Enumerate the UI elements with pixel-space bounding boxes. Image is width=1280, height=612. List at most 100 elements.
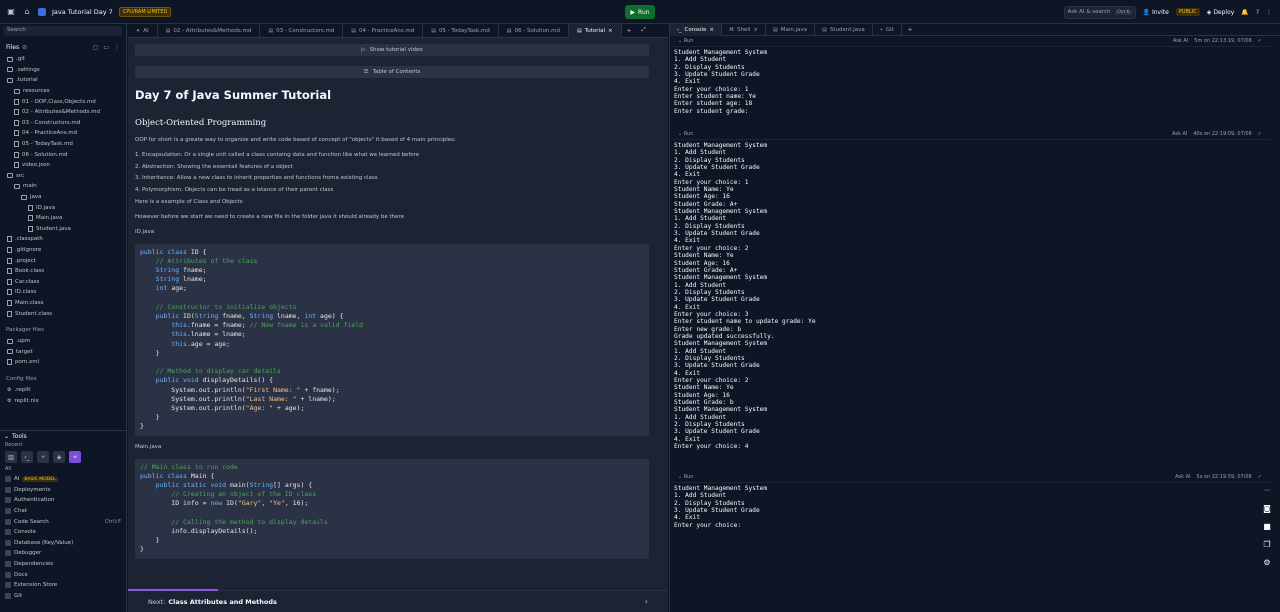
packager-item[interactable]: target [4, 346, 126, 357]
editor-tab[interactable]: ▤ 05 - TodayTask.md [423, 23, 499, 38]
file-tree-item[interactable]: 05 - TodayTask.md [4, 139, 126, 150]
ask-ai-button[interactable]: Ask AI [1173, 38, 1188, 44]
console-tab[interactable]: ›_ Console × [670, 23, 722, 36]
toc-button[interactable]: ☰ Table of Contents [135, 66, 649, 78]
ask-ai-button[interactable]: Ask AI [1175, 474, 1190, 480]
tool-item[interactable]: Extension Store [0, 580, 127, 591]
video-icon[interactable]: ■ [1262, 522, 1272, 531]
gear-icon[interactable]: ⚙ [1262, 558, 1272, 567]
help-icon[interactable]: ? [1256, 9, 1259, 16]
file-tree-item[interactable]: video.json [4, 160, 126, 171]
file-tree-item[interactable]: .settings [4, 65, 126, 76]
console-tab[interactable]: ⑂ Git [873, 23, 902, 36]
file-tree-item[interactable]: java [4, 192, 126, 203]
next-lesson-bar[interactable]: Next: Class Attributes and Methods › [128, 589, 668, 612]
file-tree-item[interactable]: .project [4, 255, 126, 266]
file-tree-item[interactable]: ID.java [4, 202, 126, 213]
config-item[interactable]: ⚙ .replit [4, 385, 126, 396]
more-icon[interactable]: ⋮ [114, 44, 120, 51]
editor-tab[interactable]: ▤ Tutorial × [569, 23, 622, 38]
file-tree-item[interactable]: Car.class [4, 276, 126, 287]
public-badge[interactable]: PUBLIC [1175, 8, 1200, 16]
search-input[interactable]: Search [4, 26, 122, 36]
file-tree-item[interactable]: Main.class [4, 298, 126, 309]
file-tree-item[interactable]: .gitignore [4, 245, 126, 256]
deploy-button[interactable]: ◈ Deploy [1207, 9, 1235, 16]
file-tree-item[interactable]: ID.class [4, 287, 126, 298]
project-title[interactable]: Java Tutorial Day 7 [52, 8, 113, 16]
console-tab[interactable]: ▤ Main.java [766, 23, 816, 36]
file-tree-item[interactable]: .tutorial [4, 75, 126, 86]
tool-item[interactable]: Console [0, 527, 127, 538]
home-icon[interactable]: ⌂ [22, 7, 32, 17]
folder-icon [7, 349, 13, 355]
config-item[interactable]: ⚙ replit.nix [4, 395, 126, 406]
packager-item[interactable]: .upm [4, 336, 126, 347]
sidebar-toggle-icon[interactable]: ▣ [6, 7, 16, 17]
editor-tab[interactable]: ▤ 04 - PracticeAns.md [343, 23, 424, 38]
tool-item[interactable]: Dependencies [0, 559, 127, 570]
add-tab-icon[interactable]: + [622, 28, 637, 34]
tool-icon [5, 508, 11, 515]
more-icon[interactable]: ⋯ [1262, 486, 1272, 495]
file-tree-item[interactable]: Student.java [4, 224, 126, 235]
tools-header[interactable]: ⌄ Tools [0, 430, 127, 442]
new-file-icon[interactable]: ▢ [93, 44, 99, 51]
file-tree-item[interactable]: Main.java [4, 213, 126, 224]
file-tree-item[interactable]: 06 - Solution.md [4, 149, 126, 160]
file-tree-item[interactable]: .git [4, 54, 126, 65]
file-tree-item[interactable]: src [4, 171, 126, 182]
run-label[interactable]: ⌄ Run [678, 474, 693, 480]
copy-icon[interactable]: ❐ [1262, 540, 1272, 549]
tool-item[interactable]: Chat [0, 506, 127, 517]
file-tree-item[interactable]: 02 - Attributes&Methods.md [4, 107, 126, 118]
file-tree-item[interactable]: Student.class [4, 308, 126, 319]
close-icon[interactable]: × [709, 27, 714, 33]
editor-tab[interactable]: ▤ 02 - Attributes&Methods.md [158, 23, 261, 38]
files-tool-icon[interactable]: ▥ [5, 451, 17, 463]
close-icon[interactable]: × [753, 27, 758, 33]
new-folder-icon[interactable]: ▭ [103, 44, 109, 51]
show-video-button[interactable]: ▷ Show tutorial video [135, 44, 649, 56]
run-button[interactable]: ▶ Run [625, 5, 655, 19]
tool-item[interactable]: Debugger [0, 548, 127, 559]
file-tree-item[interactable]: Book.class [4, 266, 126, 277]
tool-item[interactable]: Database (Key/Value) [0, 538, 127, 549]
folder-icon [7, 173, 13, 179]
file-tree-item[interactable]: .classpath [4, 234, 126, 245]
tool-item[interactable]: Docs [0, 569, 127, 580]
bell-icon[interactable]: 🔔 [1241, 9, 1248, 16]
add-tab-icon[interactable]: + [902, 27, 919, 33]
packager-item[interactable]: pom.xml [4, 357, 126, 368]
tool-item[interactable]: AI BASIC MODEL [0, 474, 127, 485]
deploy-tool-icon[interactable]: ◈ [53, 451, 65, 463]
editor-tab[interactable]: ▤ 03 - Constructors.md [260, 23, 344, 38]
git-tool-icon[interactable]: ⑂ [37, 451, 49, 463]
file-tree-item[interactable]: main [4, 181, 126, 192]
file-tree-item[interactable]: resources [4, 86, 126, 97]
tool-item[interactable]: Deployments [0, 485, 127, 496]
console-tool-icon[interactable]: ›_ [21, 451, 33, 463]
ai-tool-icon[interactable]: ✦ [69, 451, 81, 463]
ask-ai-search[interactable]: Ask AI & search Ctrl K [1063, 5, 1136, 19]
profile-icon[interactable]: ⋮ [1266, 9, 1272, 16]
editor-tab[interactable]: ✦ AI [128, 23, 158, 38]
ask-ai-button[interactable]: Ask AI [1172, 131, 1187, 137]
tool-item[interactable]: Authentication [0, 495, 127, 506]
run-label[interactable]: ⌄ Run [678, 38, 693, 44]
invite-button[interactable]: 👤 Invite [1143, 9, 1169, 16]
file-tree-item[interactable]: 01 - OOP,Class,Objects.md [4, 96, 126, 107]
console-tab[interactable]: ⌘ Shell × [722, 23, 766, 36]
cpu-ram-badge[interactable]: CPU/RAM LIMITED [118, 6, 172, 17]
tool-item[interactable]: Git [0, 591, 127, 602]
run-label[interactable]: ⌄ Run [678, 131, 693, 137]
camera-icon[interactable]: ◙ [1262, 504, 1272, 513]
expand-icon[interactable]: ⤢ [636, 27, 650, 34]
file-tree-item[interactable]: 03 - Constructors.md [4, 118, 126, 129]
tool-item[interactable]: Code Search Ctrl⇧F [0, 516, 127, 527]
close-icon[interactable]: × [608, 28, 613, 34]
file-tree-item[interactable]: 04 - PracticeAns.md [4, 128, 126, 139]
console-tab[interactable]: ▤ Student.java [815, 23, 873, 36]
editor-tab[interactable]: ▤ 06 - Solution.md [499, 23, 570, 38]
filter-icon[interactable]: ⊘ [22, 44, 27, 51]
